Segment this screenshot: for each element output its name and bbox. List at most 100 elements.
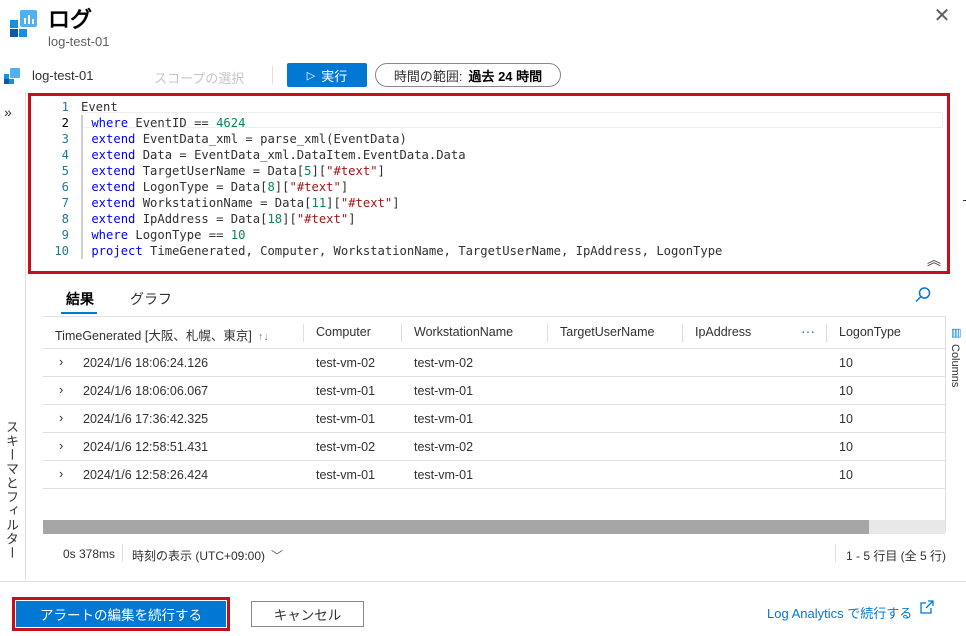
code-token: 4624 <box>216 116 246 130</box>
tab-results[interactable]: 結果 <box>66 289 94 309</box>
code-text: extend IpAddress = Data[18]["#text"] <box>81 211 356 227</box>
columns-panel[interactable]: ▥ Columns <box>945 316 966 532</box>
primary-button-highlight: アラートの編集を続行する <box>12 597 230 631</box>
line-number: 6 <box>61 180 69 194</box>
code-token: extend <box>91 148 136 162</box>
code-line[interactable]: 10 project TimeGenerated, Computer, Work… <box>31 243 947 259</box>
code-line[interactable]: 5 extend TargetUserName = Data[5]["#text… <box>31 163 947 179</box>
code-text: where EventID == 4624 <box>81 115 245 131</box>
table-row[interactable]: › 2024/1/6 12:58:51.431 test-vm-02 test-vm-… <box>43 433 945 461</box>
table-row[interactable]: › 2024/1/6 18:06:24.126 test-vm-02 test-vm-… <box>43 349 945 377</box>
status-divider <box>122 544 123 562</box>
expand-row-icon[interactable]: › <box>59 354 63 369</box>
column-divider[interactable] <box>682 324 683 342</box>
code-line[interactable]: 6 extend LogonType = Data[8]["#text"] <box>31 179 947 195</box>
code-token: ] <box>377 164 385 178</box>
code-token: where <box>91 116 129 130</box>
code-line[interactable]: 3 extend EventData_xml = parse_xml(Event… <box>31 131 947 147</box>
schema-filter-label[interactable]: スキーマとフィルター <box>2 420 21 560</box>
table-row[interactable]: › 2024/1/6 18:06:06.067 test-vm-01 test-vm-… <box>43 377 945 405</box>
code-token: IpAddress = Data[ <box>135 212 268 226</box>
table-header: TimeGenerated [大阪、札幌、東京] ↑↓ Computer Work… <box>43 317 945 349</box>
table-row[interactable]: › 2024/1/6 17:36:42.325 test-vm-01 test-vm-… <box>43 405 945 433</box>
code-text: extend TargetUserName = Data[5]["#text"] <box>81 163 385 179</box>
time-range-label: 時間の範囲: <box>393 68 463 84</box>
continue-in-log-analytics-link[interactable]: Log Analytics で続行する <box>767 603 912 622</box>
code-token: EventData_xml = parse_xml(EventData) <box>135 132 407 146</box>
results-tabs: 結果 グラフ <box>44 284 944 314</box>
workspace-name[interactable]: log-test-01 <box>32 68 93 83</box>
expand-row-icon[interactable]: › <box>59 382 63 397</box>
external-link-icon[interactable] <box>920 600 934 614</box>
expand-row-icon[interactable]: › <box>59 438 63 453</box>
column-header-computer[interactable]: Computer <box>316 325 371 339</box>
status-divider <box>835 544 836 562</box>
scope-select-button[interactable]: スコープの選択 <box>154 68 244 87</box>
column-divider[interactable] <box>547 324 548 342</box>
columns-icon: ▥ <box>951 327 962 339</box>
time-display-dropdown[interactable]: 時刻の表示 (UTC+09:00) ﹀ <box>132 547 283 564</box>
table-row[interactable]: › 2024/1/6 12:58:26.424 test-vm-01 test-vm-… <box>43 461 945 489</box>
code-token: extend <box>91 164 136 178</box>
column-divider[interactable] <box>401 324 402 342</box>
expand-icon[interactable]: » <box>4 104 12 120</box>
table-cell: test-vm-01 <box>316 412 376 426</box>
run-button[interactable]: ▷ 実行 <box>287 63 367 87</box>
code-line[interactable]: 4 extend Data = EventData_xml.DataItem.E… <box>31 147 947 163</box>
expand-row-icon[interactable]: › <box>59 466 63 481</box>
continue-editing-alert-button[interactable]: アラートの編集を続行する <box>16 601 226 627</box>
active-tab-indicator <box>61 312 97 314</box>
code-text: extend LogonType = Data[8]["#text"] <box>81 179 348 195</box>
search-icon[interactable] <box>914 286 932 304</box>
query-duration: 0s 378ms <box>63 547 116 561</box>
columns-label[interactable]: Columns <box>949 344 961 387</box>
code-token: ][ <box>326 196 341 210</box>
table-cell: 2024/1/6 12:58:51.431 <box>83 440 209 454</box>
table-cell: 10 <box>839 468 853 482</box>
table-cell: test-vm-01 <box>414 468 474 482</box>
horizontal-scrollbar[interactable] <box>43 520 945 534</box>
play-icon: ▷ <box>306 69 316 82</box>
expand-row-icon[interactable]: › <box>59 410 63 425</box>
line-number: 7 <box>61 196 69 210</box>
code-token: extend <box>91 132 136 146</box>
code-token: 18 <box>267 212 283 226</box>
more-icon[interactable]: ··· <box>801 323 815 339</box>
pipe-indent-guide <box>81 163 83 179</box>
column-header-workstationname[interactable]: WorkstationName <box>414 325 513 339</box>
column-header-logontype[interactable]: LogonType <box>839 325 901 339</box>
query-editor[interactable]: ︽ 1 Event 2 where EventID == 4624 3 extend … <box>28 93 966 274</box>
code-line[interactable]: 8 extend IpAddress = Data[18]["#text"] <box>31 211 947 227</box>
row-range: 1 - 5 行目 (全 5 行) <box>846 549 947 563</box>
code-token: 8 <box>267 180 275 194</box>
line-number: 5 <box>61 164 69 178</box>
code-token: TimeGenerated, Computer, WorkstationName… <box>142 244 723 258</box>
code-token: extend <box>91 180 136 194</box>
pipe-indent-guide <box>81 179 83 195</box>
column-header-timegenerated[interactable]: TimeGenerated [大阪、札幌、東京] ↑↓ <box>55 325 269 344</box>
close-icon[interactable]: ✕ <box>932 6 952 26</box>
table-cell: test-vm-01 <box>414 412 474 426</box>
pipe-indent-guide <box>81 195 83 211</box>
column-header-targetusername[interactable]: TargetUserName <box>560 325 654 339</box>
sort-icon[interactable]: ↑↓ <box>258 331 269 343</box>
line-number: 1 <box>61 100 69 114</box>
table-cell: 10 <box>839 412 853 426</box>
code-text: Event <box>81 99 118 115</box>
code-line[interactable]: 7 extend WorkstationName = Data[11]["#te… <box>31 195 947 211</box>
column-divider[interactable] <box>303 324 304 342</box>
page-subtitle: log-test-01 <box>48 34 110 49</box>
code-line[interactable]: 2 where EventID == 4624 <box>31 115 947 131</box>
time-range-picker[interactable]: 時間の範囲: 過去 24 時間 <box>375 63 561 87</box>
tab-chart[interactable]: グラフ <box>130 289 172 309</box>
code-token: 10 <box>230 228 246 242</box>
scrollbar-thumb[interactable] <box>43 520 869 534</box>
cancel-button[interactable]: キャンセル <box>251 601 364 627</box>
column-divider[interactable] <box>826 324 827 342</box>
column-header-ipaddress[interactable]: IpAddress <box>695 325 751 339</box>
column-header-label: TimeGenerated [大阪、札幌、東京] <box>55 329 252 343</box>
code-token: "#text" <box>326 164 378 178</box>
code-line[interactable]: 1 Event <box>31 99 947 115</box>
code-line[interactable]: 9 where LogonType == 10 <box>31 227 947 243</box>
footer-divider <box>0 581 966 582</box>
